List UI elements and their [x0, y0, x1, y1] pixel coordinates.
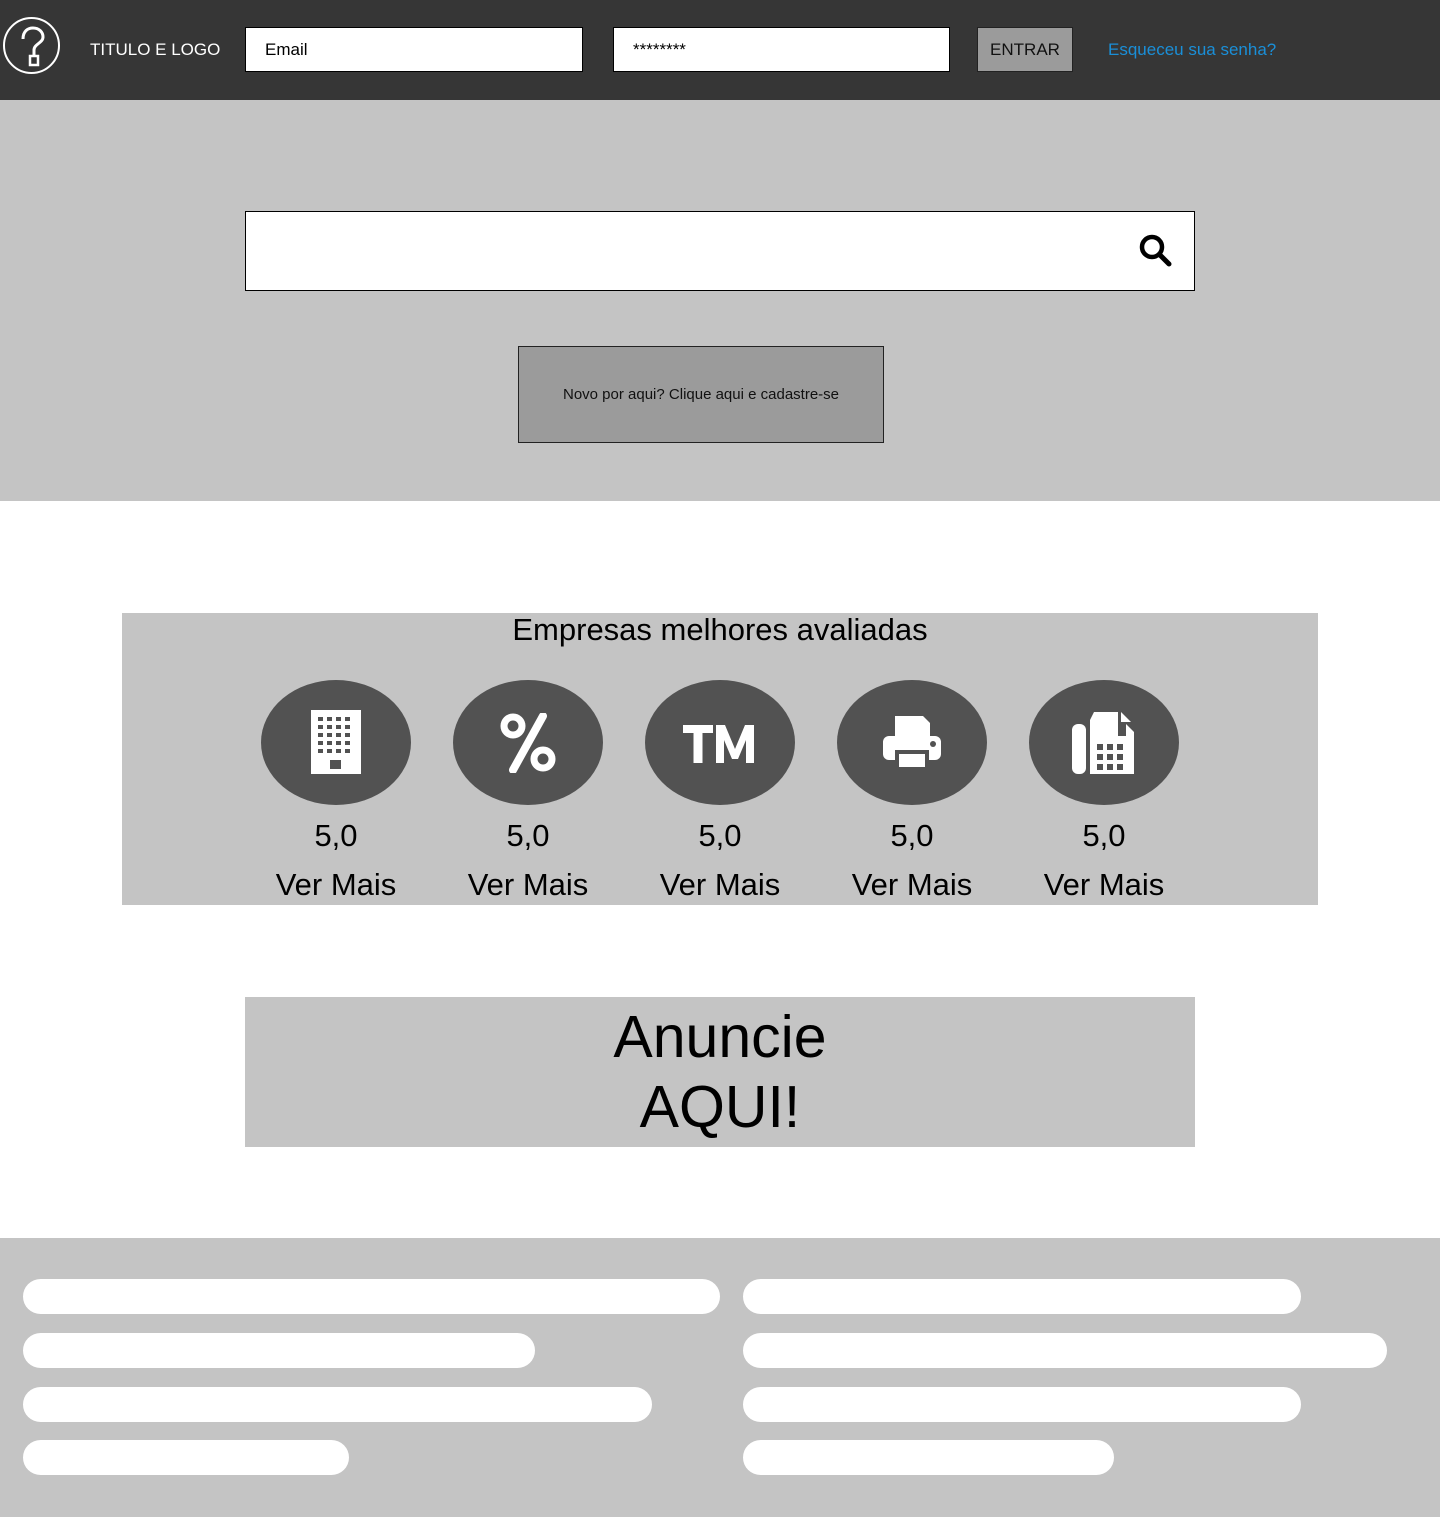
site-title: TITULO E LOGO	[90, 40, 221, 59]
footer-link-placeholder[interactable]	[743, 1333, 1387, 1368]
search-input[interactable]	[245, 211, 1195, 291]
ad-line-2: AQUI!	[639, 1074, 801, 1140]
footer-link-placeholder[interactable]	[743, 1440, 1114, 1475]
see-more-link[interactable]: Ver Mais	[807, 867, 1017, 903]
trademark-icon[interactable]	[645, 680, 795, 805]
percent-icon[interactable]	[453, 680, 603, 805]
company-rating: 5,0	[314, 818, 358, 853]
see-more-link[interactable]: Ver Mais	[231, 867, 441, 903]
see-more-link[interactable]: Ver Mais	[423, 867, 633, 903]
footer-link-placeholder[interactable]	[23, 1387, 652, 1422]
section-title: Empresas melhores avaliadas	[512, 612, 928, 647]
ad-banner[interactable]: Anuncie AQUI!	[245, 997, 1195, 1147]
ad-line-1: Anuncie	[613, 1004, 827, 1070]
printer-icon[interactable]	[837, 680, 987, 805]
password-field[interactable]: ********	[613, 27, 950, 72]
fax-icon[interactable]	[1029, 680, 1179, 805]
footer-link-placeholder[interactable]	[23, 1279, 720, 1314]
question-icon[interactable]	[3, 17, 60, 74]
footer-link-placeholder[interactable]	[743, 1279, 1301, 1314]
search-icon[interactable]	[1137, 232, 1173, 268]
building-icon[interactable]	[261, 680, 411, 805]
signup-button[interactable]: Novo por aqui? Clique aqui e cadastre-se	[518, 346, 884, 443]
company-rating: 5,0	[890, 818, 934, 853]
login-button[interactable]: ENTRAR	[977, 27, 1073, 72]
company-rating: 5,0	[698, 818, 742, 853]
forgot-password-link[interactable]: Esqueceu sua senha?	[1108, 38, 1276, 62]
email-field[interactable]: Email	[245, 27, 583, 72]
see-more-link[interactable]: Ver Mais	[999, 867, 1209, 903]
company-rating: 5,0	[506, 818, 550, 853]
footer-link-placeholder[interactable]	[23, 1333, 535, 1368]
top-navbar: TITULO E LOGO Email ******** ENTRAR Esqu…	[0, 0, 1440, 100]
see-more-link[interactable]: Ver Mais	[615, 867, 825, 903]
footer-link-placeholder[interactable]	[23, 1440, 349, 1475]
footer-link-placeholder[interactable]	[743, 1387, 1301, 1422]
footer	[0, 1238, 1440, 1517]
company-rating: 5,0	[1082, 818, 1126, 853]
